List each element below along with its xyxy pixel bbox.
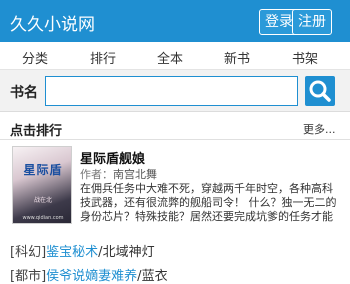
author-name: 南宫北舞 xyxy=(113,168,157,181)
author-label: 作者： xyxy=(80,168,113,181)
list-item-tag: [都市] xyxy=(10,269,47,284)
book-title[interactable]: 星际盾舰娘 xyxy=(80,148,145,167)
list-item-tag: [科幻] xyxy=(10,245,47,260)
register-button[interactable]: 注册 xyxy=(292,9,332,35)
search-input[interactable] xyxy=(45,76,298,106)
search-button[interactable] xyxy=(305,76,335,106)
book-author: 作者：南宫北舞 xyxy=(80,166,157,182)
nav-bar: 分类 排行 全本 新书 书架 xyxy=(0,42,350,70)
book-cover[interactable]: 星际盾 战在北 www.qidian.com xyxy=(12,146,72,224)
search-bar: 书名 xyxy=(0,70,350,112)
nav-item-ranking[interactable]: 排行 xyxy=(90,48,116,67)
book-description: 在佣兵任务中大难不死，穿越两千年时空，各种高科技武器，还有很流弊的舰船司令！ 什… xyxy=(80,182,337,223)
cover-subtitle: 战在北 xyxy=(33,197,52,204)
nav-item-category[interactable]: 分类 xyxy=(22,48,48,67)
list-item-title[interactable]: 侯爷说嫡妻难养 xyxy=(46,269,137,284)
nav-item-complete[interactable]: 全本 xyxy=(157,48,183,67)
header-bar: 久久小说网 登录 注册 xyxy=(0,0,350,42)
list-item[interactable]: [科幻]鉴宝秘术/北域神灯 xyxy=(10,241,155,260)
ranking-section-header: 点击排行 更多... xyxy=(0,116,350,140)
nav-item-new[interactable]: 新书 xyxy=(224,48,250,67)
list-item-author: 北域神灯 xyxy=(102,245,155,260)
cover-url: www.qidian.com xyxy=(22,215,64,221)
site-title[interactable]: 久久小说网 xyxy=(10,10,95,35)
list-item-author: 蓝衣 xyxy=(141,269,168,284)
more-link[interactable]: 更多... xyxy=(303,121,336,137)
list-item[interactable]: [都市]侯爷说嫡妻难养/蓝衣 xyxy=(10,265,168,284)
featured-book[interactable]: 星际盾 战在北 www.qidian.com 星际盾舰娘 作者：南宫北舞 在佣兵… xyxy=(0,140,350,232)
section-title: 点击排行 xyxy=(10,124,63,139)
search-label: 书名 xyxy=(10,85,38,101)
list-item-title[interactable]: 鉴宝秘术 xyxy=(46,245,98,260)
nav-item-bookshelf[interactable]: 书架 xyxy=(292,48,318,67)
search-icon xyxy=(309,80,331,102)
cover-title: 星际盾 xyxy=(23,163,63,177)
